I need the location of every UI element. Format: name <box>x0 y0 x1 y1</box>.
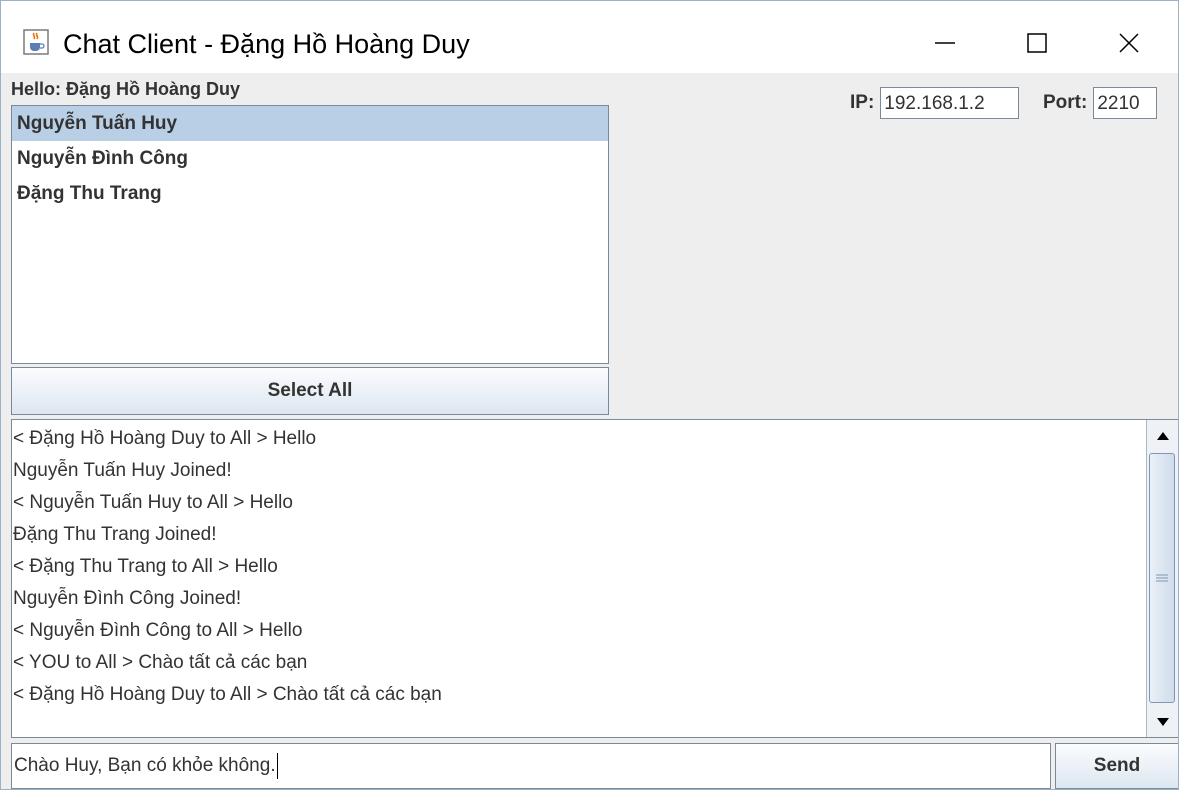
ip-label: IP: <box>850 92 875 113</box>
chat-message: < Đặng Thu Trang to All > Hello <box>13 556 278 577</box>
message-input-text: Chào Huy, Bạn có khỏe không. <box>14 755 276 776</box>
chat-client-window: Chat Client - Đặng Hồ Hoàng Duy Hello: Đ… <box>0 0 1179 790</box>
scroll-thumb[interactable] <box>1149 453 1175 703</box>
arrow-down-icon <box>1156 717 1169 726</box>
chat-message: Nguyễn Đình Công Joined! <box>13 588 242 609</box>
java-cup-icon <box>23 29 49 55</box>
port-group: Port: 2210 <box>1043 87 1158 119</box>
chat-message: < Đặng Hồ Hoàng Duy to All > Chào tất cả… <box>13 684 442 705</box>
chat-scrollbar[interactable] <box>1146 420 1178 737</box>
user-list-item[interactable]: Nguyễn Đình Công <box>12 141 608 176</box>
chat-message: Nguyễn Tuấn Huy Joined! <box>13 460 232 481</box>
scroll-down-button[interactable] <box>1147 706 1178 737</box>
user-list-item[interactable]: Nguyễn Tuấn Huy <box>12 106 608 141</box>
chat-message: < Nguyễn Tuấn Huy to All > Hello <box>13 492 293 513</box>
minimize-button[interactable] <box>917 15 973 71</box>
chat-message: < Đặng Hồ Hoàng Duy to All > Hello <box>13 428 317 449</box>
port-field[interactable]: 2210 <box>1093 87 1158 119</box>
send-button[interactable]: Send <box>1055 743 1178 789</box>
window-title: Chat Client - Đặng Hồ Hoàng Duy <box>63 29 470 59</box>
grip-icon <box>1156 574 1168 582</box>
user-list[interactable]: Nguyễn Tuấn Huy Nguyễn Đình Công Đặng Th… <box>11 105 609 364</box>
text-caret <box>276 752 278 779</box>
title-bar[interactable]: Chat Client - Đặng Hồ Hoàng Duy <box>1 1 1178 73</box>
ip-field[interactable]: 192.168.1.2 <box>880 87 1020 119</box>
chat-log-lines: < Đặng Hồ Hoàng Duy to All > Hello Nguyễ… <box>13 423 1143 711</box>
scroll-up-button[interactable] <box>1147 420 1178 451</box>
maximize-icon <box>1027 33 1047 53</box>
close-button[interactable] <box>1101 15 1157 71</box>
close-icon <box>1119 33 1139 53</box>
chat-message: < Nguyễn Đình Công to All > Hello <box>13 620 303 641</box>
user-list-item[interactable]: Đặng Thu Trang <box>12 176 608 211</box>
chat-message: Đặng Thu Trang Joined! <box>13 524 217 545</box>
maximize-button[interactable] <box>1009 15 1065 71</box>
chat-log[interactable]: < Đặng Hồ Hoàng Duy to All > Hello Nguyễ… <box>11 419 1178 738</box>
minimize-icon <box>935 42 955 44</box>
select-all-button[interactable]: Select All <box>11 367 609 415</box>
ip-group: IP: 192.168.1.2 <box>850 87 1020 119</box>
arrow-up-icon <box>1156 431 1169 440</box>
message-input[interactable]: Chào Huy, Bạn có khỏe không. <box>11 743 1051 789</box>
port-label: Port: <box>1043 92 1088 113</box>
chat-message: < YOU to All > Chào tất cả các bạn <box>13 652 308 673</box>
greeting-label: Hello: Đặng Hồ Hoàng Duy <box>11 79 240 99</box>
